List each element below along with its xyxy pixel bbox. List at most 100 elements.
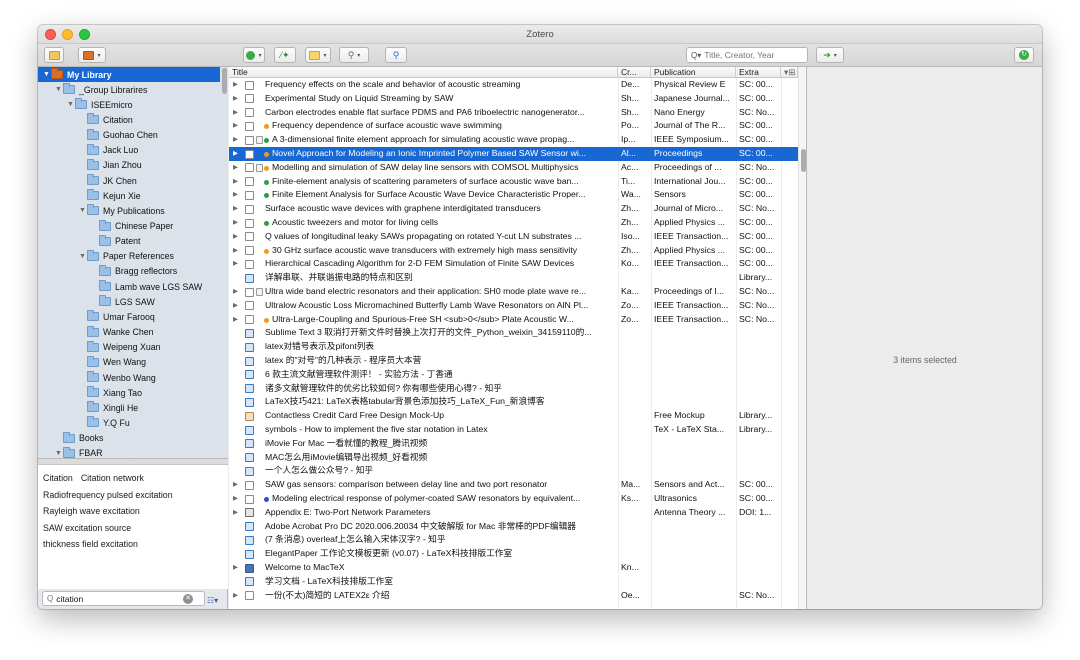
tag[interactable]: Rayleigh wave excitation: [43, 503, 140, 520]
tag-filter-field[interactable]: Q ✕: [42, 591, 205, 606]
collection-my-publications[interactable]: ▼ My Publications: [38, 203, 220, 218]
item-row[interactable]: ▶ Hierarchical Cascading Algorithm for 2-…: [229, 257, 798, 271]
item-row[interactable]: Contactless Credit Card Free Design Mock…: [229, 409, 798, 423]
collection-xingli-he[interactable]: Xingli He: [38, 400, 220, 415]
item-expand-triangle-icon[interactable]: ▶: [231, 506, 240, 520]
item-row[interactable]: ▶ 一份(不太)简短的 LATEX2ε 介绍 Oe... SC: No...: [229, 589, 798, 603]
item-row[interactable]: ▶ Appendix E: Two-Port Network Parameters…: [229, 506, 798, 520]
tag[interactable]: Radiofrequency pulsed excitation: [43, 487, 173, 504]
item-expand-triangle-icon[interactable]: ▶: [231, 561, 240, 575]
item-expand-triangle-icon[interactable]: ▶: [231, 589, 240, 603]
item-row[interactable]: symbols - How to implement the five star…: [229, 423, 798, 437]
collection-my-library[interactable]: ▼ My Library: [38, 67, 220, 82]
column-header-extra[interactable]: Extra: [736, 67, 781, 78]
item-row[interactable]: ▶ Frequency dependence of surface acousti…: [229, 119, 798, 133]
item-expand-triangle-icon[interactable]: ▶: [231, 257, 240, 271]
item-expand-triangle-icon[interactable]: ▶: [231, 492, 240, 506]
collection-citation[interactable]: Citation: [38, 112, 220, 127]
sync-button[interactable]: ↻: [1014, 47, 1034, 63]
expand-triangle-icon[interactable]: ▼: [54, 450, 63, 457]
expand-triangle-icon[interactable]: ▼: [78, 253, 87, 260]
tag[interactable]: thickness field excitation: [43, 536, 138, 553]
item-row[interactable]: 详解串联、并联谐振电路的特点和区别 Library...: [229, 271, 798, 285]
new-library-button[interactable]: ▾: [78, 47, 106, 63]
collection-tree[interactable]: ▼ My Library ▼ _Group Librarires ▼ ISEEmicro C…: [38, 67, 228, 458]
collection-group-librarires[interactable]: ▼ _Group Librarires: [38, 82, 220, 97]
item-row[interactable]: (7 条消息) overleaf上怎么输入宋体汉字? - 知乎: [229, 533, 798, 547]
new-collection-button[interactable]: [44, 47, 64, 63]
tag[interactable]: Citation network: [81, 470, 144, 487]
collection-lamb-wave-lgs-saw[interactable]: Lamb wave LGS SAW: [38, 279, 220, 294]
item-row[interactable]: 学习文档 - LaTeX科技排版工作室: [229, 575, 798, 589]
collection-kejun-xie[interactable]: Kejun Xie: [38, 188, 220, 203]
pdf-attachment-icon[interactable]: [256, 136, 263, 145]
search-field[interactable]: Q▾: [686, 47, 808, 63]
item-expand-triangle-icon[interactable]: ▶: [231, 119, 240, 133]
collection-jk-chen[interactable]: JK Chen: [38, 173, 220, 188]
item-row[interactable]: ▶ Modelling and simulation of SAW delay l…: [229, 161, 798, 175]
item-row[interactable]: ▶ Finite-element analysis of scattering p…: [229, 175, 798, 189]
item-row[interactable]: latex对错号表示及pifont列表: [229, 340, 798, 354]
expand-triangle-icon[interactable]: ▼: [66, 101, 75, 108]
item-expand-triangle-icon[interactable]: ▶: [231, 188, 240, 202]
items-scrollbar-thumb[interactable]: [801, 149, 806, 172]
collection-xiang-tao[interactable]: Xiang Tao: [38, 385, 220, 400]
item-expand-triangle-icon[interactable]: ▶: [231, 299, 240, 313]
tag[interactable]: SAW excitation source: [43, 520, 131, 537]
item-row[interactable]: Adobe Acrobat Pro DC 2020.006.20034 中文破解…: [229, 520, 798, 534]
item-row[interactable]: ▶ A 3-dimensional finite element approach…: [229, 133, 798, 147]
item-row[interactable]: ▶ Novel Approach for Modeling an Ionic Im…: [229, 147, 798, 161]
tag-filter-input[interactable]: [56, 593, 181, 604]
item-expand-triangle-icon[interactable]: ▶: [231, 478, 240, 492]
item-expand-triangle-icon[interactable]: ▶: [231, 78, 240, 92]
search-mode-icon[interactable]: Q▾: [691, 51, 701, 60]
column-header-title[interactable]: Title: [229, 67, 618, 78]
item-row[interactable]: ▶ Modeling electrical response of polymer…: [229, 492, 798, 506]
new-item-button[interactable]: ▾: [243, 47, 265, 63]
expand-triangle-icon[interactable]: ▼: [42, 71, 51, 78]
item-row[interactable]: 6 款主流文献管理软件测评！ - 实验方法 - 丁香通: [229, 368, 798, 382]
collection-jack-luo[interactable]: Jack Luo: [38, 143, 220, 158]
collection-iseemicro[interactable]: ▼ ISEEmicro: [38, 97, 220, 112]
item-row[interactable]: ▶ Surface acoustic wave devices with grap…: [229, 202, 798, 216]
item-expand-triangle-icon[interactable]: ▶: [231, 92, 240, 106]
collection-jian-zhou[interactable]: Jian Zhou: [38, 158, 220, 173]
clear-search-icon[interactable]: ✕: [183, 593, 194, 604]
collection-bragg-reflectors[interactable]: Bragg reflectors: [38, 264, 220, 279]
expand-triangle-icon[interactable]: ▼: [78, 207, 87, 214]
column-header-creator[interactable]: Cr...: [618, 67, 651, 78]
tag[interactable]: Citation: [43, 470, 73, 487]
item-expand-triangle-icon[interactable]: ▶: [231, 133, 240, 147]
collection-weipeng-xuan[interactable]: Weipeng Xuan: [38, 340, 220, 355]
item-row[interactable]: ▶ 30 GHz surface acoustic wave transducer…: [229, 244, 798, 258]
collection-chinese-paper[interactable]: Chinese Paper: [38, 219, 220, 234]
locate-button[interactable]: ➜ ▾: [816, 47, 844, 63]
item-expand-triangle-icon[interactable]: ▶: [231, 313, 240, 327]
item-expand-triangle-icon[interactable]: ▶: [231, 202, 240, 216]
collection-patent[interactable]: Patent: [38, 234, 220, 249]
item-row[interactable]: ▶ Ultra-Large-Coupling and Spurious-Free …: [229, 313, 798, 327]
item-row[interactable]: 一个人怎么做公众号? - 知乎: [229, 464, 798, 478]
item-row[interactable]: ▶ Ultra wide band electric resonators and…: [229, 285, 798, 299]
item-row[interactable]: ▶ Welcome to MacTeX Kn...: [229, 561, 798, 575]
item-expand-triangle-icon[interactable]: ▶: [231, 147, 240, 161]
collection-tree-scrollbar[interactable]: [222, 68, 227, 94]
collection-guohao-chen[interactable]: Guohao Chen: [38, 128, 220, 143]
item-expand-triangle-icon[interactable]: ▶: [231, 161, 240, 175]
collection-y-q-fu[interactable]: Y.Q Fu: [38, 415, 220, 430]
column-header-publication[interactable]: Publication: [651, 67, 736, 78]
collection-wanke-chen[interactable]: Wanke Chen: [38, 325, 220, 340]
collection-lgs-saw[interactable]: LGS SAW: [38, 294, 220, 309]
item-row[interactable]: iMovie For Mac 一看就懂的教程_腾讯视频: [229, 437, 798, 451]
add-attachment-button[interactable]: ⚲ ▾: [339, 47, 369, 63]
item-row[interactable]: ▶ Acoustic tweezers and motor for living …: [229, 216, 798, 230]
collection-wen-wang[interactable]: Wen Wang: [38, 355, 220, 370]
item-expand-triangle-icon[interactable]: ▶: [231, 244, 240, 258]
item-row[interactable]: LaTeX技巧421: LaTeX表格tabular背景色添加技巧_LaTeX_…: [229, 395, 798, 409]
item-expand-triangle-icon[interactable]: ▶: [231, 230, 240, 244]
item-row[interactable]: ▶ Finite Element Analysis for Surface Aco…: [229, 188, 798, 202]
pdf-attachment-icon[interactable]: [256, 163, 263, 172]
items-scrollbar[interactable]: [798, 67, 806, 609]
collection-wenbo-wang[interactable]: Wenbo Wang: [38, 370, 220, 385]
tag-actions-button[interactable]: ☷▾: [207, 596, 218, 605]
